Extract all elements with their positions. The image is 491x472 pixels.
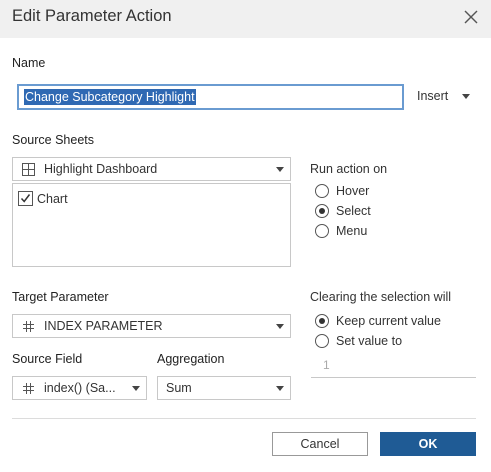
footer-divider — [12, 418, 476, 419]
sheet-checkbox[interactable] — [18, 191, 33, 206]
hash-icon — [23, 383, 34, 394]
name-input[interactable]: Change Subcategory Highlight — [17, 84, 404, 110]
aggregation-label: Aggregation — [157, 352, 225, 366]
source-field-value: index() (Sa... — [44, 381, 116, 395]
close-icon — [464, 10, 478, 24]
insert-label: Insert — [417, 89, 449, 103]
radio-label: Keep current value — [336, 314, 441, 328]
run-action-on-label: Run action on — [310, 162, 388, 176]
name-input-value: Change Subcategory Highlight — [24, 89, 196, 105]
radio-button[interactable] — [315, 224, 329, 238]
chevron-down-icon — [276, 386, 284, 391]
sheet-item-label: Chart — [37, 192, 68, 206]
ok-button[interactable]: OK — [380, 432, 476, 456]
sheet-list: Chart — [12, 183, 291, 267]
name-label: Name — [12, 56, 46, 70]
radio-button[interactable] — [315, 204, 329, 218]
dashboard-grid-icon — [22, 163, 35, 176]
target-parameter-value: INDEX PARAMETER — [44, 319, 163, 333]
source-field-dropdown[interactable]: index() (Sa... — [12, 376, 147, 400]
source-sheet-dropdown[interactable]: Highlight Dashboard — [12, 157, 291, 181]
source-field-label: Source Field — [12, 352, 83, 366]
radio-label: Menu — [336, 224, 368, 238]
radio-button[interactable] — [315, 314, 329, 328]
cancel-button[interactable]: Cancel — [272, 432, 368, 456]
source-sheet-value: Highlight Dashboard — [44, 162, 158, 176]
radio-label: Hover — [336, 184, 370, 198]
insert-button[interactable]: Insert — [417, 89, 471, 103]
target-parameter-dropdown[interactable]: INDEX PARAMETER — [12, 314, 291, 338]
chevron-down-icon — [276, 167, 284, 172]
close-button[interactable] — [461, 7, 481, 27]
source-sheets-label: Source Sheets — [12, 133, 94, 147]
hash-icon — [23, 321, 34, 332]
target-parameter-label: Target Parameter — [12, 290, 109, 304]
chevron-down-icon — [276, 324, 284, 329]
chevron-down-icon — [132, 386, 140, 391]
dialog-titlebar: Edit Parameter Action — [0, 0, 491, 38]
radio-label: Select — [336, 204, 371, 218]
chevron-down-icon — [462, 94, 471, 100]
checkmark-icon — [20, 194, 31, 203]
set-value-input[interactable]: 1 — [311, 354, 476, 378]
radio-button[interactable] — [315, 184, 329, 198]
radio-button[interactable] — [315, 334, 329, 348]
aggregation-dropdown[interactable]: Sum — [157, 376, 291, 400]
clearing-label: Clearing the selection will — [310, 290, 452, 304]
radio-label: Set value to — [336, 334, 403, 348]
aggregation-value: Sum — [166, 381, 192, 395]
dialog-title: Edit Parameter Action — [12, 7, 172, 25]
